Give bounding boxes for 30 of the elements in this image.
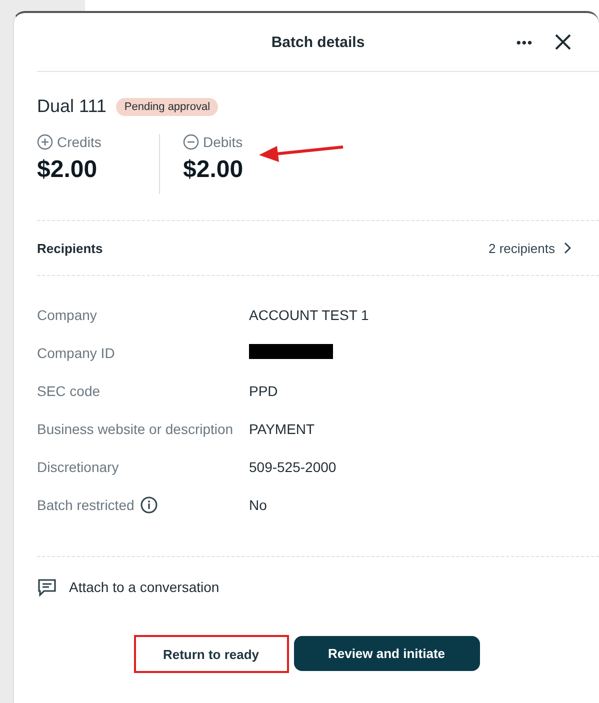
chevron-right-icon <box>563 242 571 254</box>
detail-value: PAYMENT <box>249 421 315 437</box>
info-icon <box>140 496 158 514</box>
plus-circle-icon <box>37 134 53 150</box>
close-icon[interactable] <box>555 34 571 50</box>
minus-circle-icon <box>183 134 199 150</box>
detail-value: 509-525-2000 <box>249 459 336 475</box>
dialog-title: Batch details <box>271 34 365 50</box>
total-label: Credits <box>57 134 102 150</box>
detail-label: Batch restricted <box>37 497 134 513</box>
total-label: Debits <box>203 134 243 150</box>
return-button[interactable]: Return to ready <box>134 635 288 673</box>
batch-name: Dual 111 <box>37 96 106 117</box>
status-badge: Pending approval <box>116 98 218 116</box>
detail-value: ACCOUNT TEST 1 <box>249 307 369 323</box>
detail-label: Discretionary <box>37 459 119 475</box>
total-amount: $2.00 <box>183 156 244 184</box>
review-button[interactable]: Review and initiate <box>294 636 480 671</box>
detail-label: Company ID <box>37 345 115 361</box>
chat-icon <box>37 577 57 597</box>
detail-value: No <box>249 497 267 513</box>
detail-value: PPD <box>249 383 278 399</box>
recipients-link[interactable]: 2 recipients <box>488 240 571 256</box>
detail-label: Company <box>37 307 97 323</box>
total-amount: $2.00 <box>37 156 98 184</box>
detail-label: SEC code <box>37 383 100 399</box>
more-button[interactable]: ••• <box>516 34 533 50</box>
section-title: Recipients <box>37 240 103 256</box>
attach-link[interactable]: Attach to a conversation <box>37 577 220 597</box>
detail-label: Business website or description <box>37 421 234 437</box>
